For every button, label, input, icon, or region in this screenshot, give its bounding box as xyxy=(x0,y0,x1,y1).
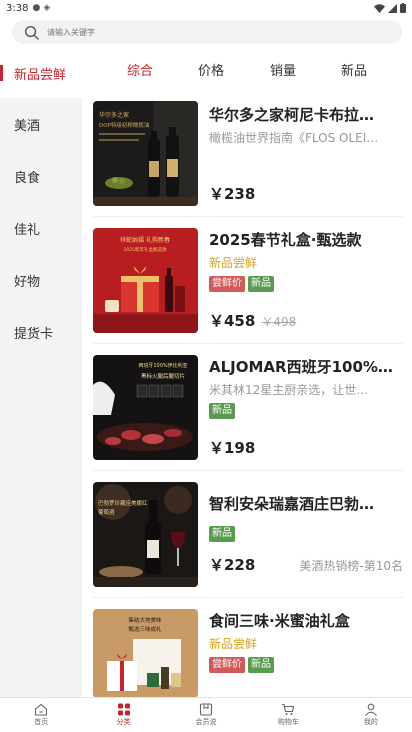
product-list: 华尔多之家 DOP特级初榨橄榄油 华尔多之家柯尼卡布拉… 橄榄油世界指南《FLO… xyxy=(82,98,412,698)
cart-icon xyxy=(282,703,295,715)
status-bar: 3:38 ● ◈ xyxy=(0,0,412,16)
wifi-icon xyxy=(374,3,385,13)
product-subtitle: 新品尝鲜 xyxy=(209,256,258,270)
product-card[interactable]: 巴勃罗珍藏佳美娜红 葡萄酒 智利安朵瑞嘉酒庄巴勃… 新品 ￥228 美酒热销榜-… xyxy=(82,482,412,608)
member-icon xyxy=(199,703,213,716)
tag-group: 新品 xyxy=(209,403,403,419)
image-caption: DOP特级初榨橄榄油 xyxy=(99,121,150,129)
product-title: 华尔多之家柯尼卡布拉… xyxy=(209,106,375,124)
product-card[interactable]: 祥蛇纳福 礼购新春 2025新年礼盒甄选款 2025春节礼盒·甄选款 新品尝鲜 … xyxy=(82,228,412,354)
tag-group: 新品 xyxy=(209,526,403,542)
nav-label: 会员说 xyxy=(195,718,217,726)
product-title: 2025春节礼盒·甄选款 xyxy=(209,231,362,249)
sort-tab-price[interactable]: 价格 xyxy=(198,48,224,90)
product-image: 西班牙100%伊比利亚 黑标火腿后腿切片 xyxy=(93,355,198,460)
tag-new: 新品 xyxy=(248,276,274,292)
tag-group: 尝鲜价 新品 xyxy=(209,276,403,292)
search-icon xyxy=(24,25,39,40)
category-sidebar: 美酒 良食 佳礼 好物 提货卡 xyxy=(0,98,82,698)
nav-label: 购物车 xyxy=(277,718,299,726)
image-caption: 华尔多之家 xyxy=(99,111,129,119)
price-row: ￥228 美酒热销榜-第10名 xyxy=(209,554,403,575)
status-time: 3:38 xyxy=(6,2,29,14)
battery-icon xyxy=(400,3,406,13)
bottom-nav: 首页 分类 会员说 购物车 我的 xyxy=(0,697,412,732)
sort-tab-new[interactable]: 新品 xyxy=(341,48,367,90)
nav-profile[interactable]: 我的 xyxy=(330,698,412,732)
image-caption: 西班牙100%伊比利亚 xyxy=(138,362,187,369)
image-caption: 2025新年礼盒甄选款 xyxy=(124,246,167,253)
sidebar-item-wine[interactable]: 美酒 xyxy=(0,98,82,150)
product-image: 集结大地美味 甄选三味成礼 xyxy=(93,609,198,698)
product-subtitle: 米其林12星主厨亲选，让世… xyxy=(209,383,369,397)
divider xyxy=(93,343,403,344)
category-icon xyxy=(117,703,130,716)
product-subtitle: 橄榄油世界指南《FLOS OLEI… xyxy=(209,131,379,145)
nav-label: 我的 xyxy=(363,718,378,726)
product-subtitle: 新品尝鲜 xyxy=(209,637,258,651)
image-caption: 巴勃罗珍藏佳美娜红 xyxy=(98,499,148,507)
image-caption: 集结大地美味 xyxy=(128,616,162,624)
product-card[interactable]: 西班牙100%伊比利亚 黑标火腿后腿切片 ALJOMAR西班牙100%… 米其林… xyxy=(82,355,412,481)
home-icon xyxy=(35,703,48,716)
product-price: ￥228 xyxy=(209,556,256,574)
tag-new: 新品 xyxy=(209,403,235,419)
sidebar-item-voucher[interactable]: 提货卡 xyxy=(0,306,82,358)
divider xyxy=(93,597,403,598)
wechat-icon: ● xyxy=(32,3,41,13)
shield-icon: ◈ xyxy=(43,3,51,13)
divider xyxy=(93,216,403,217)
divider xyxy=(93,470,403,471)
tag-new: 新品 xyxy=(209,526,235,542)
price-row: ￥198 xyxy=(209,437,403,458)
product-price: ￥238 xyxy=(209,185,256,203)
sales-rank: 美酒热销榜-第10名 xyxy=(299,559,403,573)
product-card[interactable]: 集结大地美味 甄选三味成礼 食间三味·米蜜油礼盒 新品尝鲜 尝鲜价 新品 xyxy=(82,609,412,698)
sort-tab-overall[interactable]: 综合 xyxy=(127,48,153,90)
sidebar-item-new-tasting[interactable]: 新品尝鲜 xyxy=(0,48,82,98)
signal-icon xyxy=(388,3,397,13)
product-title: 食间三味·米蜜油礼盒 xyxy=(209,612,350,630)
sort-tab-sales[interactable]: 销量 xyxy=(270,48,296,90)
tag-trial-price: 尝鲜价 xyxy=(209,657,245,673)
tag-group: 尝鲜价 新品 xyxy=(209,657,403,673)
sidebar-item-food[interactable]: 良食 xyxy=(0,150,82,202)
nav-category[interactable]: 分类 xyxy=(82,698,164,732)
sidebar-item-goods[interactable]: 好物 xyxy=(0,254,82,306)
tag-new: 新品 xyxy=(248,657,274,673)
product-price: ￥198 xyxy=(209,439,256,457)
nav-member[interactable]: 会员说 xyxy=(165,698,247,732)
price-row: ￥238 xyxy=(209,183,403,204)
image-caption: 祥蛇纳福 礼购新春 xyxy=(120,236,170,244)
image-caption: 黑标火腿后腿切片 xyxy=(141,372,185,380)
price-row: ￥458 ￥498 xyxy=(209,310,403,331)
image-caption: 甄选三味成礼 xyxy=(128,625,162,633)
search-bar[interactable] xyxy=(12,20,402,44)
nav-cart[interactable]: 购物车 xyxy=(247,698,329,732)
product-title: 智利安朵瑞嘉酒庄巴勃… xyxy=(209,495,375,513)
nav-label: 分类 xyxy=(116,718,131,726)
product-image: 巴勃罗珍藏佳美娜红 葡萄酒 xyxy=(93,482,198,587)
sidebar-item-gifts[interactable]: 佳礼 xyxy=(0,202,82,254)
product-image: 华尔多之家 DOP特级初榨橄榄油 xyxy=(93,101,198,206)
product-price: ￥458 xyxy=(209,312,256,330)
nav-home[interactable]: 首页 xyxy=(0,698,82,732)
product-image: 祥蛇纳福 礼购新春 2025新年礼盒甄选款 xyxy=(93,228,198,333)
original-price: ￥498 xyxy=(261,315,297,329)
nav-label: 首页 xyxy=(34,718,49,726)
search-input[interactable] xyxy=(47,27,367,37)
image-caption: 葡萄酒 xyxy=(98,508,115,516)
profile-icon xyxy=(364,703,377,716)
tag-trial-price: 尝鲜价 xyxy=(209,276,245,292)
product-title: ALJOMAR西班牙100%… xyxy=(209,358,393,376)
filter-row: 新品尝鲜 综合 价格 销量 新品 xyxy=(0,48,412,98)
product-card[interactable]: 华尔多之家 DOP特级初榨橄榄油 华尔多之家柯尼卡布拉… 橄榄油世界指南《FLO… xyxy=(82,101,412,227)
